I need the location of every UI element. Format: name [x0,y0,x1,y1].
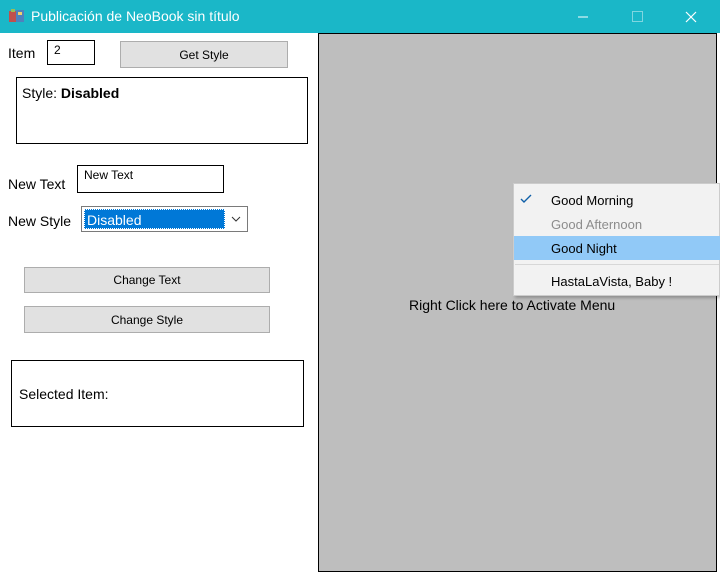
style-prefix: Style: [22,85,58,101]
selected-item-label: Selected Item: [19,386,109,402]
selected-item-box: Selected Item: [11,360,304,427]
menu-item-label: Good Night [551,241,617,256]
menu-item-good-night[interactable]: Good Night [514,236,720,260]
close-button[interactable] [668,0,714,33]
item-input[interactable]: 2 [47,40,95,65]
change-text-button[interactable]: Change Text [24,267,270,293]
neobook-app-icon [9,9,24,22]
style-value: Disabled [60,85,120,101]
new-text-label: New Text [8,176,66,192]
new-text-value: New Text [84,168,134,182]
get-style-button[interactable]: Get Style [120,41,288,68]
maximize-button[interactable] [614,0,660,33]
menu-item-hastalavista[interactable]: HastaLaVista, Baby ! [514,269,720,293]
menu-item-good-morning[interactable]: Good Morning [514,188,720,212]
checkmark-icon [520,194,532,203]
change-style-button[interactable]: Change Style [24,306,270,333]
maximize-icon [632,11,643,22]
menu-separator [515,264,719,265]
menu-item-label: Good Afternoon [551,217,643,232]
minimize-button[interactable] [560,0,606,33]
chevron-down-icon [231,216,241,222]
title-bar[interactable]: Publicación de NeoBook sin título [0,0,720,33]
style-display-box: Style: Disabled [16,77,308,144]
item-input-value: 2 [54,43,61,57]
menu-item-good-afternoon: Good Afternoon [514,212,720,236]
minimize-icon [578,16,588,18]
right-click-label: Right Click here to Activate Menu [409,297,616,313]
menu-item-label: HastaLaVista, Baby ! [551,274,673,289]
new-style-label: New Style [8,213,72,229]
new-text-input[interactable]: New Text [77,165,224,193]
new-style-selected: Disabled [84,209,225,229]
context-menu: Good Morning Good Afternoon Good Night H… [513,183,720,296]
new-style-select[interactable]: Disabled [81,206,248,232]
item-label: Item [8,45,36,61]
window-title: Publicación de NeoBook sin título [31,8,240,24]
style-display-text: Style: Disabled [22,85,119,101]
menu-item-label: Good Morning [551,193,634,208]
close-icon [685,11,697,23]
